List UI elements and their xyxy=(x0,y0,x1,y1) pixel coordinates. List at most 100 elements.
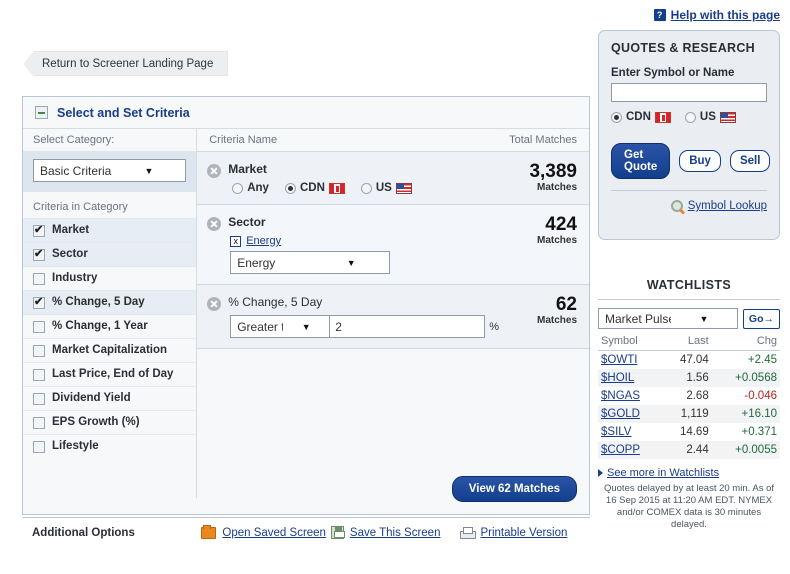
table-row[interactable]: $NGAS 2.68 -0.046 xyxy=(598,387,780,405)
table-row[interactable]: $SILV 14.69 +0.371 xyxy=(598,423,780,441)
watchlist-select[interactable]: Market Pulse ▼ xyxy=(598,308,738,329)
radio-icon[interactable] xyxy=(360,182,372,194)
criteria-row-body: Market Any CDN US xyxy=(228,162,499,194)
total-matches-header: Total Matches xyxy=(509,134,577,146)
criteria-item-change-5-day[interactable]: % Change, 5 Day xyxy=(23,290,197,314)
criteria-item-label: % Change, 1 Year xyxy=(52,320,148,332)
category-select-wrap: Basic Criteria ▼ xyxy=(23,151,197,192)
criteria-item-dividend-yield[interactable]: Dividend Yield xyxy=(23,386,197,410)
checkbox-icon[interactable] xyxy=(33,223,45,237)
watchlist-go-button[interactable]: Go→ xyxy=(742,308,780,329)
checkbox-icon[interactable] xyxy=(33,393,45,405)
criteria-item-industry[interactable]: Industry xyxy=(23,266,197,290)
symbol-link[interactable]: $SILV xyxy=(601,426,631,438)
help-link[interactable]: Help with this page xyxy=(671,8,780,22)
criteria-item-label: Industry xyxy=(52,272,98,284)
checkbox-icon[interactable] xyxy=(33,247,45,261)
symbol-link[interactable]: $HOIL xyxy=(601,372,634,384)
radio-icon[interactable] xyxy=(232,182,244,194)
see-more-label[interactable]: See more in Watchlists xyxy=(607,467,719,479)
minus-icon[interactable] xyxy=(35,106,48,119)
checkbox-icon[interactable] xyxy=(33,273,45,285)
remove-criteria-icon[interactable] xyxy=(207,297,222,311)
open-saved-screen-button[interactable]: Open Saved Screen xyxy=(201,524,331,539)
radio-icon[interactable] xyxy=(284,182,296,194)
category-select[interactable]: Basic Criteria ▼ xyxy=(33,159,187,182)
printer-icon xyxy=(460,526,477,539)
table-row[interactable]: $HOIL 1.56 +0.0568 xyxy=(598,369,780,387)
symbol-cell[interactable]: $COPP xyxy=(598,441,663,459)
symbol-input[interactable] xyxy=(611,83,767,102)
remove-tag-icon[interactable]: x xyxy=(230,235,242,247)
sector-tag-label[interactable]: Energy xyxy=(246,235,281,247)
watchlist-controls: Market Pulse ▼ Go→ xyxy=(598,308,780,329)
symbol-lookup-link[interactable]: Symbol Lookup xyxy=(688,200,767,212)
quote-market-label: US xyxy=(699,111,716,123)
table-row[interactable]: $OWTI 47.04 +2.45 xyxy=(598,351,780,370)
criteria-item-label: Sector xyxy=(52,248,88,260)
go-label: Go xyxy=(748,312,764,325)
symbol-cell[interactable]: $SILV xyxy=(598,423,662,441)
symbol-cell[interactable]: $OWTI xyxy=(598,351,662,370)
return-to-screener-landing-page-button[interactable]: Return to Screener Landing Page xyxy=(23,51,229,77)
criteria-item-lifestyle[interactable]: Lifestyle xyxy=(23,434,197,458)
canada-flag-icon xyxy=(654,111,671,123)
remove-criteria-icon[interactable] xyxy=(207,217,222,231)
printable-version-label[interactable]: Printable Version xyxy=(480,527,567,539)
sell-button[interactable]: Sell xyxy=(729,150,771,172)
symbol-link[interactable]: $GOLD xyxy=(601,408,640,420)
usa-flag-icon xyxy=(719,111,736,123)
criteria-item-sector[interactable]: Sector xyxy=(23,242,197,266)
checkbox-icon[interactable] xyxy=(33,441,45,453)
help-with-this-page[interactable]: ? Help with this page xyxy=(653,8,780,22)
symbol-link[interactable]: $COPP xyxy=(601,444,640,456)
market-option-cdn[interactable]: CDN xyxy=(284,182,345,194)
criteria-item-change-1-year[interactable]: % Change, 1 Year xyxy=(23,314,197,338)
operator-select-value: Greater than... xyxy=(237,319,283,334)
criteria-item-market[interactable]: Market xyxy=(23,218,197,242)
symbol-cell[interactable]: $HOIL xyxy=(598,369,663,387)
radio-icon[interactable] xyxy=(611,111,622,123)
criteria-item-label: Lifestyle xyxy=(52,440,99,452)
checkbox-icon[interactable] xyxy=(33,417,45,429)
table-row[interactable]: $COPP 2.44 +0.0055 xyxy=(598,441,780,459)
operator-select[interactable]: Greater than... ▼ xyxy=(230,315,331,338)
additional-options-bar: Additional Options Open Saved Screen Sav… xyxy=(22,517,590,547)
quote-market-cdn[interactable]: CDN xyxy=(611,111,671,123)
market-radio-group: Any CDN US xyxy=(228,182,499,194)
symbol-lookup-row[interactable]: Symbol Lookup xyxy=(611,190,767,212)
checkbox-icon[interactable] xyxy=(33,321,45,333)
criteria-item-eps-growth[interactable]: EPS Growth (%) xyxy=(23,410,197,434)
see-more-in-watchlists[interactable]: See more in Watchlists xyxy=(598,467,780,479)
open-saved-screen-label[interactable]: Open Saved Screen xyxy=(222,527,326,539)
change-value-input[interactable]: 2 xyxy=(330,315,486,338)
criteria-item-market-capitalization[interactable]: Market Capitalization xyxy=(23,338,197,362)
checkbox-icon[interactable] xyxy=(33,295,45,309)
radio-icon[interactable] xyxy=(684,111,696,123)
sector-select[interactable]: Energy ▼ xyxy=(230,251,391,274)
category-select-value: Basic Criteria xyxy=(40,163,112,178)
screener-body: Select Category: Basic Criteria ▼ Criter… xyxy=(23,129,589,498)
market-option-any[interactable]: Any xyxy=(232,182,269,194)
match-count-label: Matches xyxy=(536,182,577,193)
criteria-row-count: 424 Matches xyxy=(499,215,577,274)
criteria-row-body: Sector x Energy Energy ▼ xyxy=(228,215,499,274)
buy-button[interactable]: Buy xyxy=(679,150,721,172)
market-option-us[interactable]: US xyxy=(360,182,412,194)
symbol-link[interactable]: $OWTI xyxy=(601,354,637,366)
printable-version-button[interactable]: Printable Version xyxy=(460,526,590,539)
criteria-item-last-price-end-of-day[interactable]: Last Price, End of Day xyxy=(23,362,197,386)
symbol-cell[interactable]: $GOLD xyxy=(598,405,663,423)
symbol-link[interactable]: $NGAS xyxy=(601,390,640,402)
checkbox-icon[interactable] xyxy=(33,369,45,381)
save-this-screen-label[interactable]: Save This Screen xyxy=(350,527,441,539)
get-quote-button[interactable]: Get Quote xyxy=(611,143,671,179)
view-matches-button[interactable]: View 62 Matches xyxy=(451,476,577,502)
remove-criteria-icon[interactable] xyxy=(207,164,222,178)
table-row[interactable]: $GOLD 1,119 +16.10 xyxy=(598,405,780,423)
market-option-label: US xyxy=(375,182,392,194)
symbol-cell[interactable]: $NGAS xyxy=(598,387,662,405)
save-this-screen-button[interactable]: Save This Screen xyxy=(330,526,461,539)
checkbox-icon[interactable] xyxy=(33,345,45,357)
quote-market-us[interactable]: US xyxy=(684,111,736,123)
